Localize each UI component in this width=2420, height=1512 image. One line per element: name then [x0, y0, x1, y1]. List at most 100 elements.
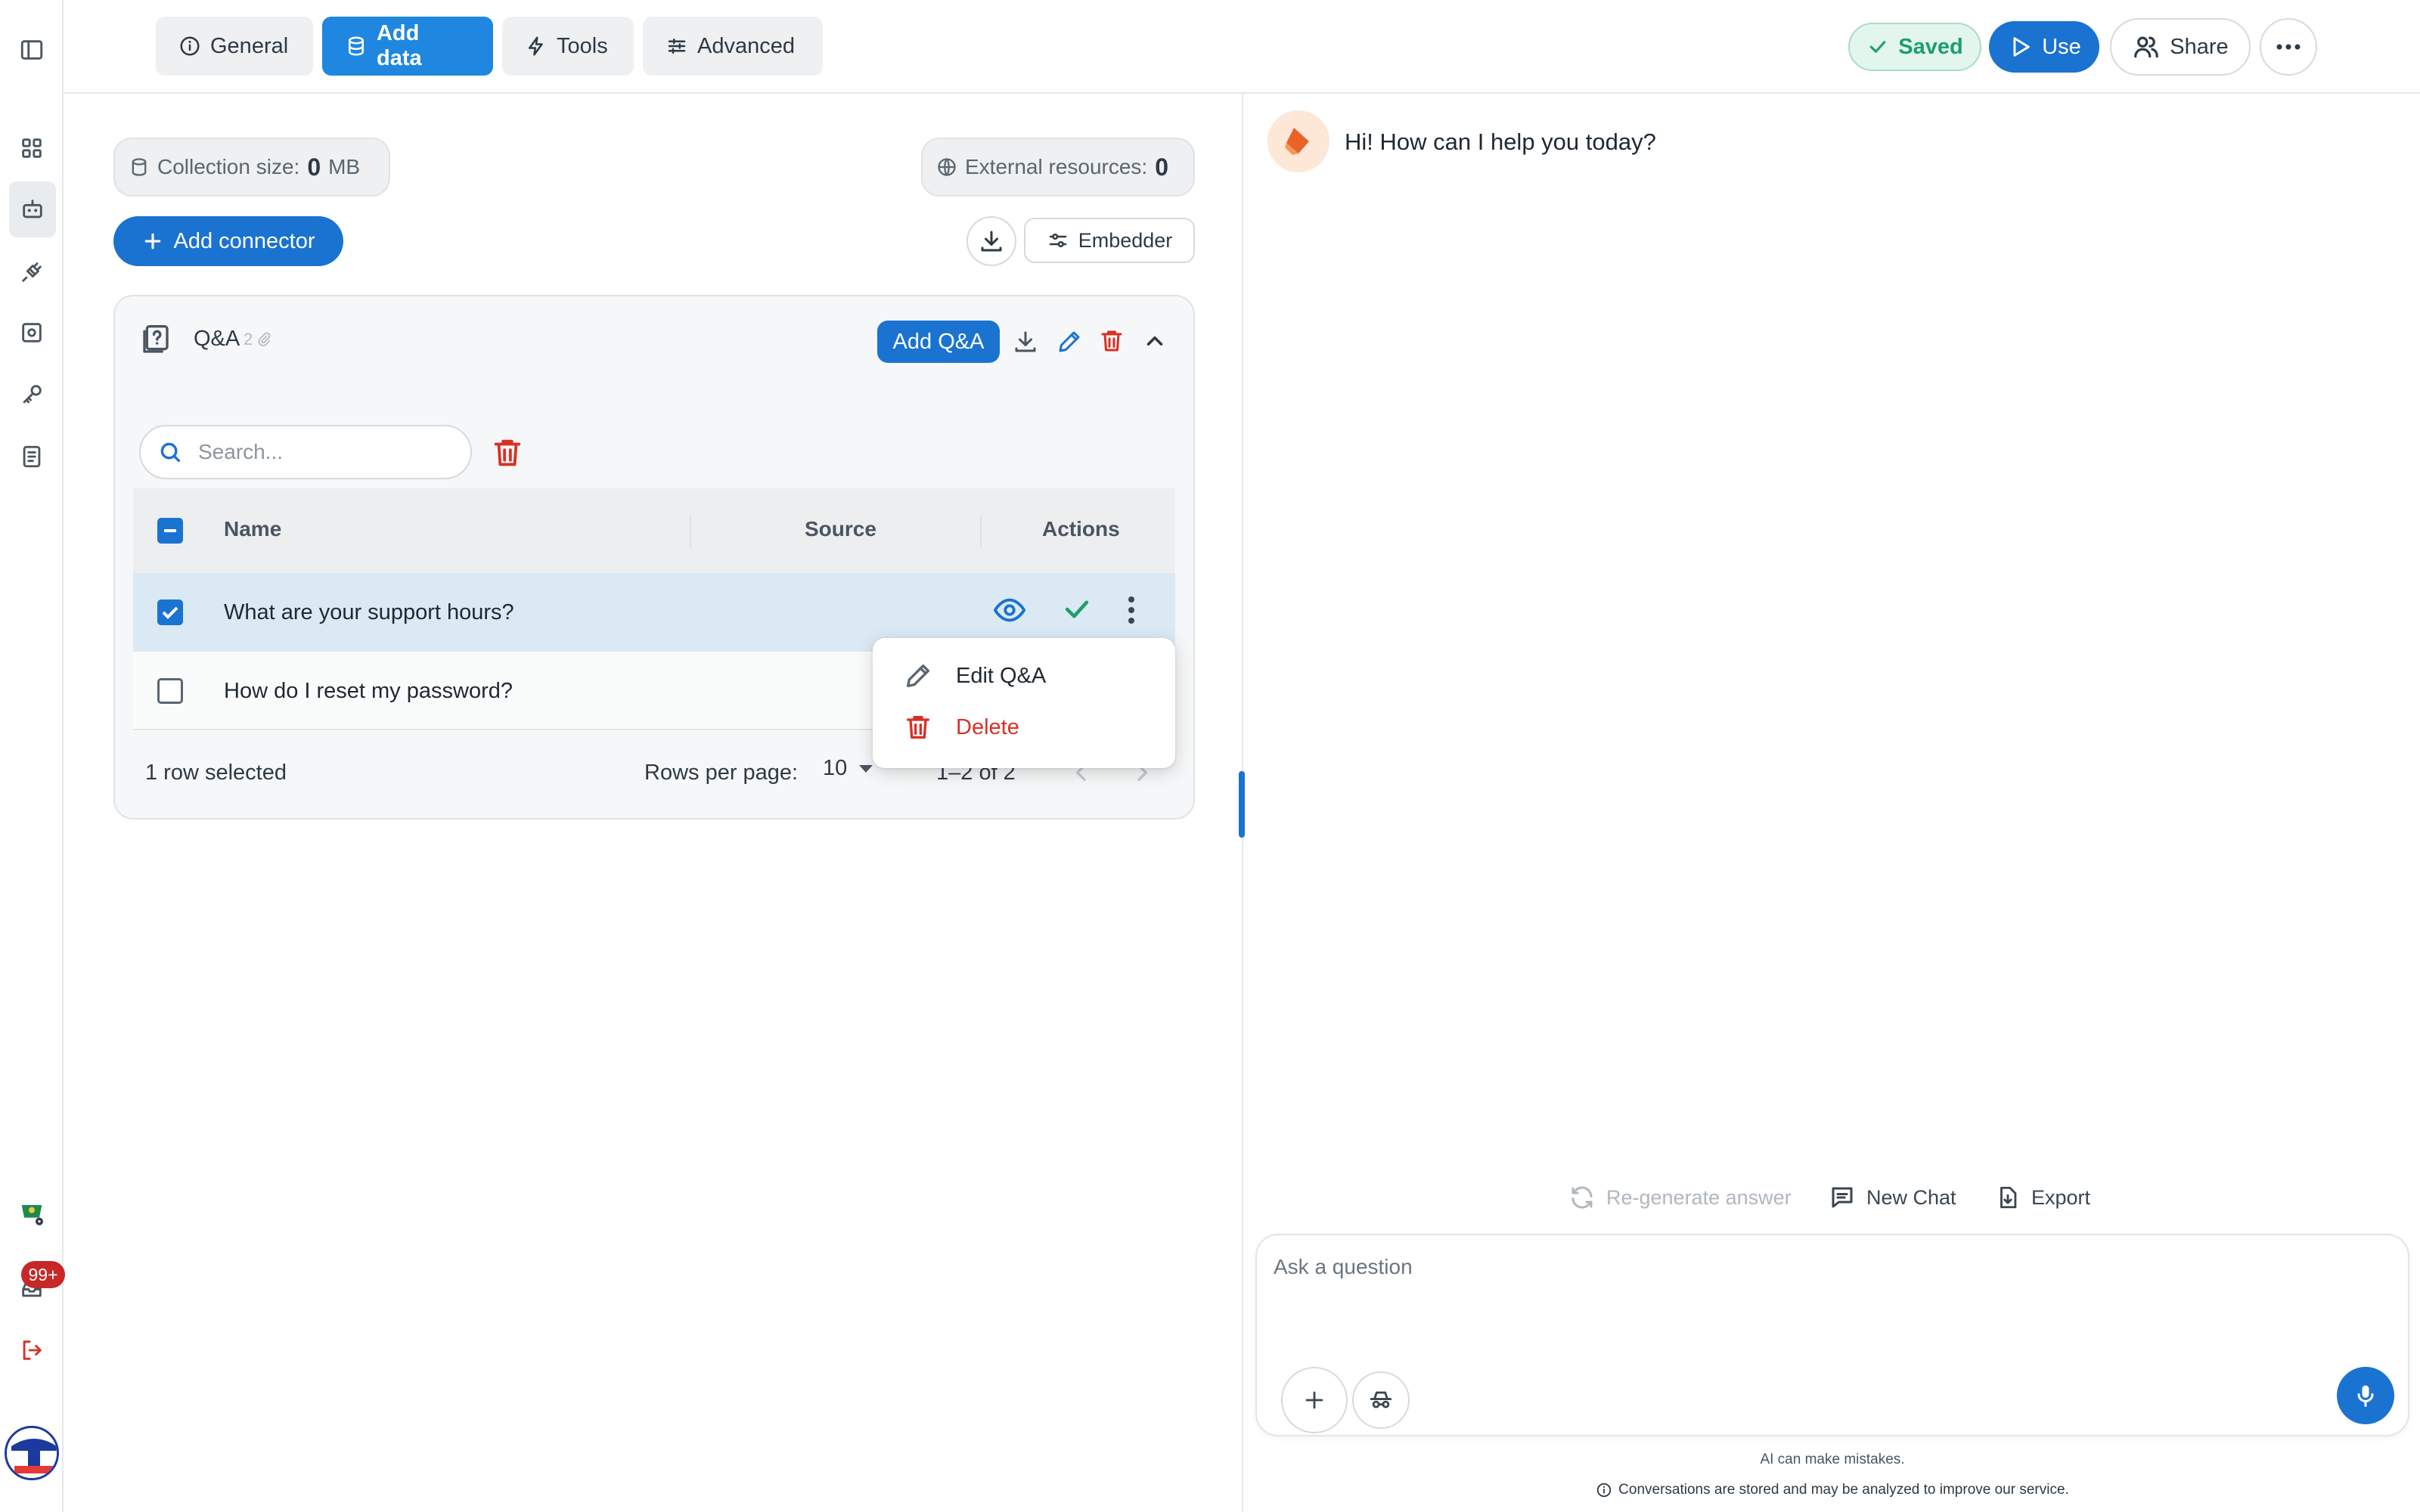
collection-size-unit: MB	[328, 155, 361, 178]
play-icon	[2013, 37, 2030, 57]
collapse-chevron-icon[interactable]	[1142, 328, 1168, 354]
column-header-name[interactable]: Name	[224, 517, 281, 541]
tab-label: Add data	[376, 21, 422, 70]
logout-icon[interactable]	[17, 1335, 47, 1365]
new-chat-button[interactable]: New Chat	[1829, 1184, 1956, 1211]
tab-add-data[interactable]: Add data	[322, 17, 493, 76]
use-button[interactable]: Use	[1989, 21, 2099, 73]
database-icon	[348, 36, 364, 56]
external-resources-chip: External resources: 0	[921, 138, 1195, 197]
share-button[interactable]: Share	[2110, 18, 2251, 76]
plus-icon	[1305, 1391, 1323, 1409]
qa-count: 2	[244, 330, 272, 349]
dashboard-icon[interactable]	[17, 133, 47, 163]
sidebar-toggle-icon[interactable]	[17, 35, 47, 65]
database-icon	[132, 158, 147, 176]
delete-qa-icon[interactable]	[1098, 327, 1125, 355]
sliders-icon	[668, 39, 686, 54]
selection-status: 1 row selected	[145, 761, 287, 785]
table-header: Name Source Actions	[133, 488, 1175, 573]
check-icon	[1869, 41, 1886, 53]
menu-item-delete[interactable]: Delete	[903, 712, 1019, 742]
assistant-greeting: Hi! How can I help you today?	[1345, 129, 1656, 155]
qa-search-field[interactable]: Search...	[139, 425, 472, 479]
download-icon	[981, 231, 1002, 252]
share-label: Share	[2170, 34, 2229, 59]
embedder-button[interactable]: Embedder	[1024, 218, 1195, 263]
pencil-icon	[907, 665, 929, 687]
key-icon[interactable]	[17, 380, 47, 410]
row-name: How do I reset my password?	[224, 679, 513, 703]
search-placeholder: Search...	[198, 440, 284, 463]
tab-advanced[interactable]: Advanced	[643, 17, 823, 76]
select-all-checkbox[interactable]	[157, 518, 183, 544]
globe-icon	[938, 158, 956, 176]
document-icon[interactable]	[17, 442, 47, 472]
paperclip-icon	[258, 332, 271, 347]
active-check-icon[interactable]	[1060, 593, 1094, 626]
tab-general[interactable]: General	[156, 17, 313, 76]
scan-icon[interactable]	[17, 318, 47, 348]
rows-per-page-label: Rows per page:	[644, 761, 799, 785]
download-button[interactable]	[966, 216, 1016, 266]
info-icon	[180, 36, 200, 56]
chat-input[interactable]: Ask a question	[1274, 1255, 1413, 1279]
saved-label: Saved	[1898, 34, 1963, 59]
resize-handle[interactable]	[1239, 771, 1245, 838]
use-label: Use	[2042, 34, 2081, 59]
new-chat-label: New Chat	[1866, 1185, 1956, 1209]
external-resources-label: External resources:	[965, 155, 1148, 178]
embedder-label: Embedder	[1078, 228, 1173, 252]
caret-down-icon	[859, 764, 873, 773]
menu-item-edit[interactable]: Edit Q&A	[903, 661, 1046, 691]
row-checkbox[interactable]	[157, 678, 183, 704]
more-options-button[interactable]	[2260, 18, 2317, 76]
tab-label: General	[210, 33, 289, 58]
column-divider	[690, 514, 691, 547]
assistant-avatar	[1267, 110, 1329, 172]
rows-per-page-value: 10	[823, 756, 848, 780]
regenerate-label: Re-generate answer	[1606, 1185, 1792, 1209]
row-more-vertical-icon[interactable]	[1124, 593, 1139, 627]
trash-icon	[907, 716, 929, 739]
plus-icon	[145, 233, 161, 249]
view-eye-icon[interactable]	[992, 593, 1027, 627]
user-avatar[interactable]	[5, 1426, 59, 1480]
download-qa-icon[interactable]	[1012, 328, 1039, 355]
qa-title: Q&A	[194, 327, 240, 351]
export-label: Export	[2031, 1185, 2091, 1209]
collection-size-value: 0	[307, 153, 321, 181]
agents-icon[interactable]	[9, 181, 56, 237]
add-connector-button[interactable]: Add connector	[113, 216, 343, 266]
regenerate-answer-button[interactable]: Re-generate answer	[1568, 1184, 1792, 1211]
external-resources-value: 0	[1155, 153, 1169, 181]
bolt-icon	[529, 36, 543, 56]
column-header-source[interactable]: Source	[805, 517, 876, 541]
settings-sliders-icon	[1049, 234, 1066, 248]
chat-composer: Ask a question	[1255, 1234, 2409, 1436]
attach-button[interactable]	[1281, 1367, 1348, 1433]
assistant-logo-icon	[1285, 128, 1309, 155]
rows-per-page-select[interactable]: 10	[823, 756, 874, 781]
export-button[interactable]: Export	[1995, 1184, 2090, 1211]
incognito-icon	[1370, 1391, 1392, 1408]
tab-tools[interactable]: Tools	[502, 17, 634, 76]
column-divider	[980, 514, 982, 547]
notification-badge: 99+	[21, 1261, 65, 1288]
delete-selected-icon[interactable]	[490, 435, 525, 470]
add-qa-button[interactable]: Add Q&A	[877, 321, 1000, 363]
collection-size-chip: Collection size: 0 MB	[113, 138, 390, 197]
team-avatar-icon[interactable]	[17, 1198, 47, 1228]
search-icon	[160, 442, 181, 463]
ai-disclaimer: AI can make mistakes.	[1760, 1452, 1905, 1467]
voice-input-button[interactable]	[2337, 1367, 2394, 1424]
row-checkbox[interactable]	[157, 600, 183, 625]
edit-qa-icon[interactable]	[1056, 328, 1083, 355]
top-bar: General Add data Tools Advanced Saved Us…	[64, 0, 2420, 94]
left-rail: 99+	[0, 0, 65, 1512]
incognito-button[interactable]	[1352, 1371, 1410, 1429]
plug-icon[interactable]	[17, 257, 47, 287]
tab-label: Tools	[557, 33, 608, 58]
microphone-icon	[2357, 1385, 2374, 1407]
qa-count-value: 2	[244, 330, 253, 349]
